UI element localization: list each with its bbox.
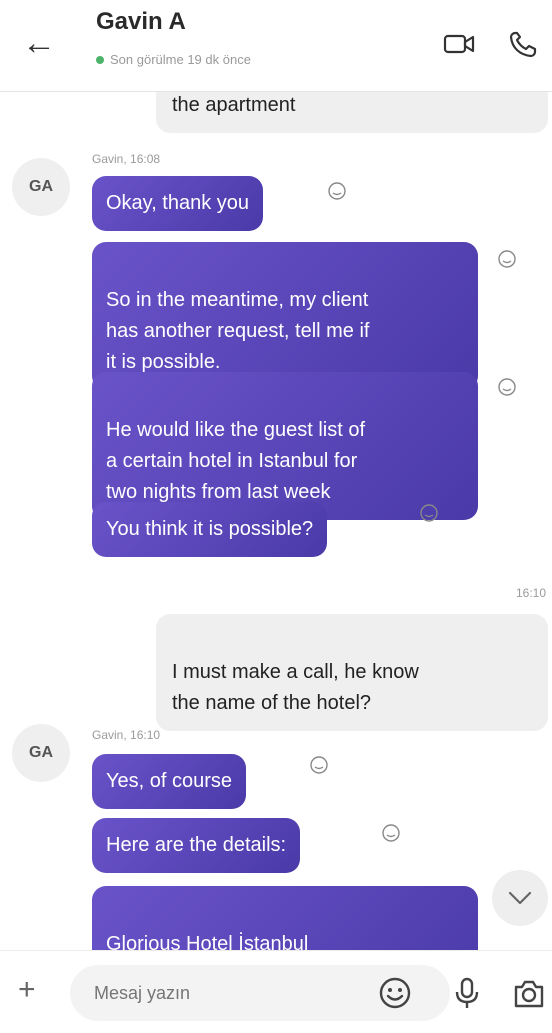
- incoming-message-bubble[interactable]: You think it is possible?: [92, 502, 328, 557]
- reaction-icon[interactable]: [418, 502, 440, 524]
- message-text: the apartment: [172, 94, 296, 116]
- reaction-icon[interactable]: [496, 376, 518, 398]
- message-bubble-partial[interactable]: the apartment: [156, 92, 548, 133]
- incoming-message-bubble[interactable]: So in the meantime, my client has anothe…: [92, 242, 478, 390]
- online-dot-icon: [96, 55, 104, 64]
- phone-call-icon[interactable]: [506, 28, 542, 60]
- incoming-message-bubble[interactable]: Okay, thank you: [92, 176, 264, 231]
- plus-icon[interactable]: +: [18, 973, 36, 1007]
- message-text: He would like the guest list of a certai…: [106, 419, 366, 503]
- reaction-icon[interactable]: [326, 180, 348, 202]
- message-composer: +: [0, 950, 552, 1033]
- reaction-icon[interactable]: [380, 822, 402, 844]
- back-arrow-icon[interactable]: ←: [22, 26, 56, 60]
- message-time: 16:10: [515, 586, 546, 600]
- avatar[interactable]: GA: [12, 724, 70, 782]
- incoming-message-bubble[interactable]: He would like the guest list of a certai…: [92, 372, 478, 520]
- message-text: Yes, of course: [106, 770, 233, 792]
- incoming-message-bubble[interactable]: Yes, of course: [92, 754, 247, 809]
- message-text: So in the meantime, my client has anothe…: [106, 289, 370, 373]
- message-text: I must make a call, he know the name of …: [172, 661, 419, 714]
- chat-header: ← Gavin A Son görülme 19 dk önce: [0, 0, 552, 92]
- message-text: Okay, thank you: [106, 192, 250, 214]
- message-text: Glorious Hotel İstanbul Kemal Paşa Mahal…: [106, 933, 309, 950]
- sender-time: Gavin, 16:08: [92, 152, 161, 166]
- last-seen-text: Son görülme 19 dk önce: [110, 52, 251, 67]
- last-seen-status: Son görülme 19 dk önce: [96, 52, 251, 67]
- chevron-down-icon: [508, 891, 532, 905]
- incoming-message-bubble[interactable]: Glorious Hotel İstanbul Kemal Paşa Mahal…: [92, 886, 478, 950]
- incoming-message-bubble[interactable]: Here are the details:: [92, 818, 301, 873]
- message-text: You think it is possible?: [106, 518, 314, 540]
- contact-name[interactable]: Gavin A: [96, 8, 186, 36]
- reaction-icon[interactable]: [308, 754, 330, 776]
- outgoing-message-bubble[interactable]: I must make a call, he know the name of …: [156, 614, 548, 731]
- message-text: Here are the details:: [106, 834, 287, 856]
- camera-icon[interactable]: [512, 977, 546, 1011]
- scroll-down-button[interactable]: [492, 870, 548, 926]
- avatar[interactable]: GA: [12, 158, 70, 216]
- video-call-icon[interactable]: [442, 28, 478, 60]
- sender-time: Gavin, 16:10: [92, 728, 161, 742]
- message-list[interactable]: the apartment Gavin, 16:08 GA Okay, than…: [0, 92, 552, 950]
- emoji-icon[interactable]: [378, 976, 412, 1010]
- reaction-icon[interactable]: [496, 248, 518, 270]
- microphone-icon[interactable]: [450, 976, 484, 1010]
